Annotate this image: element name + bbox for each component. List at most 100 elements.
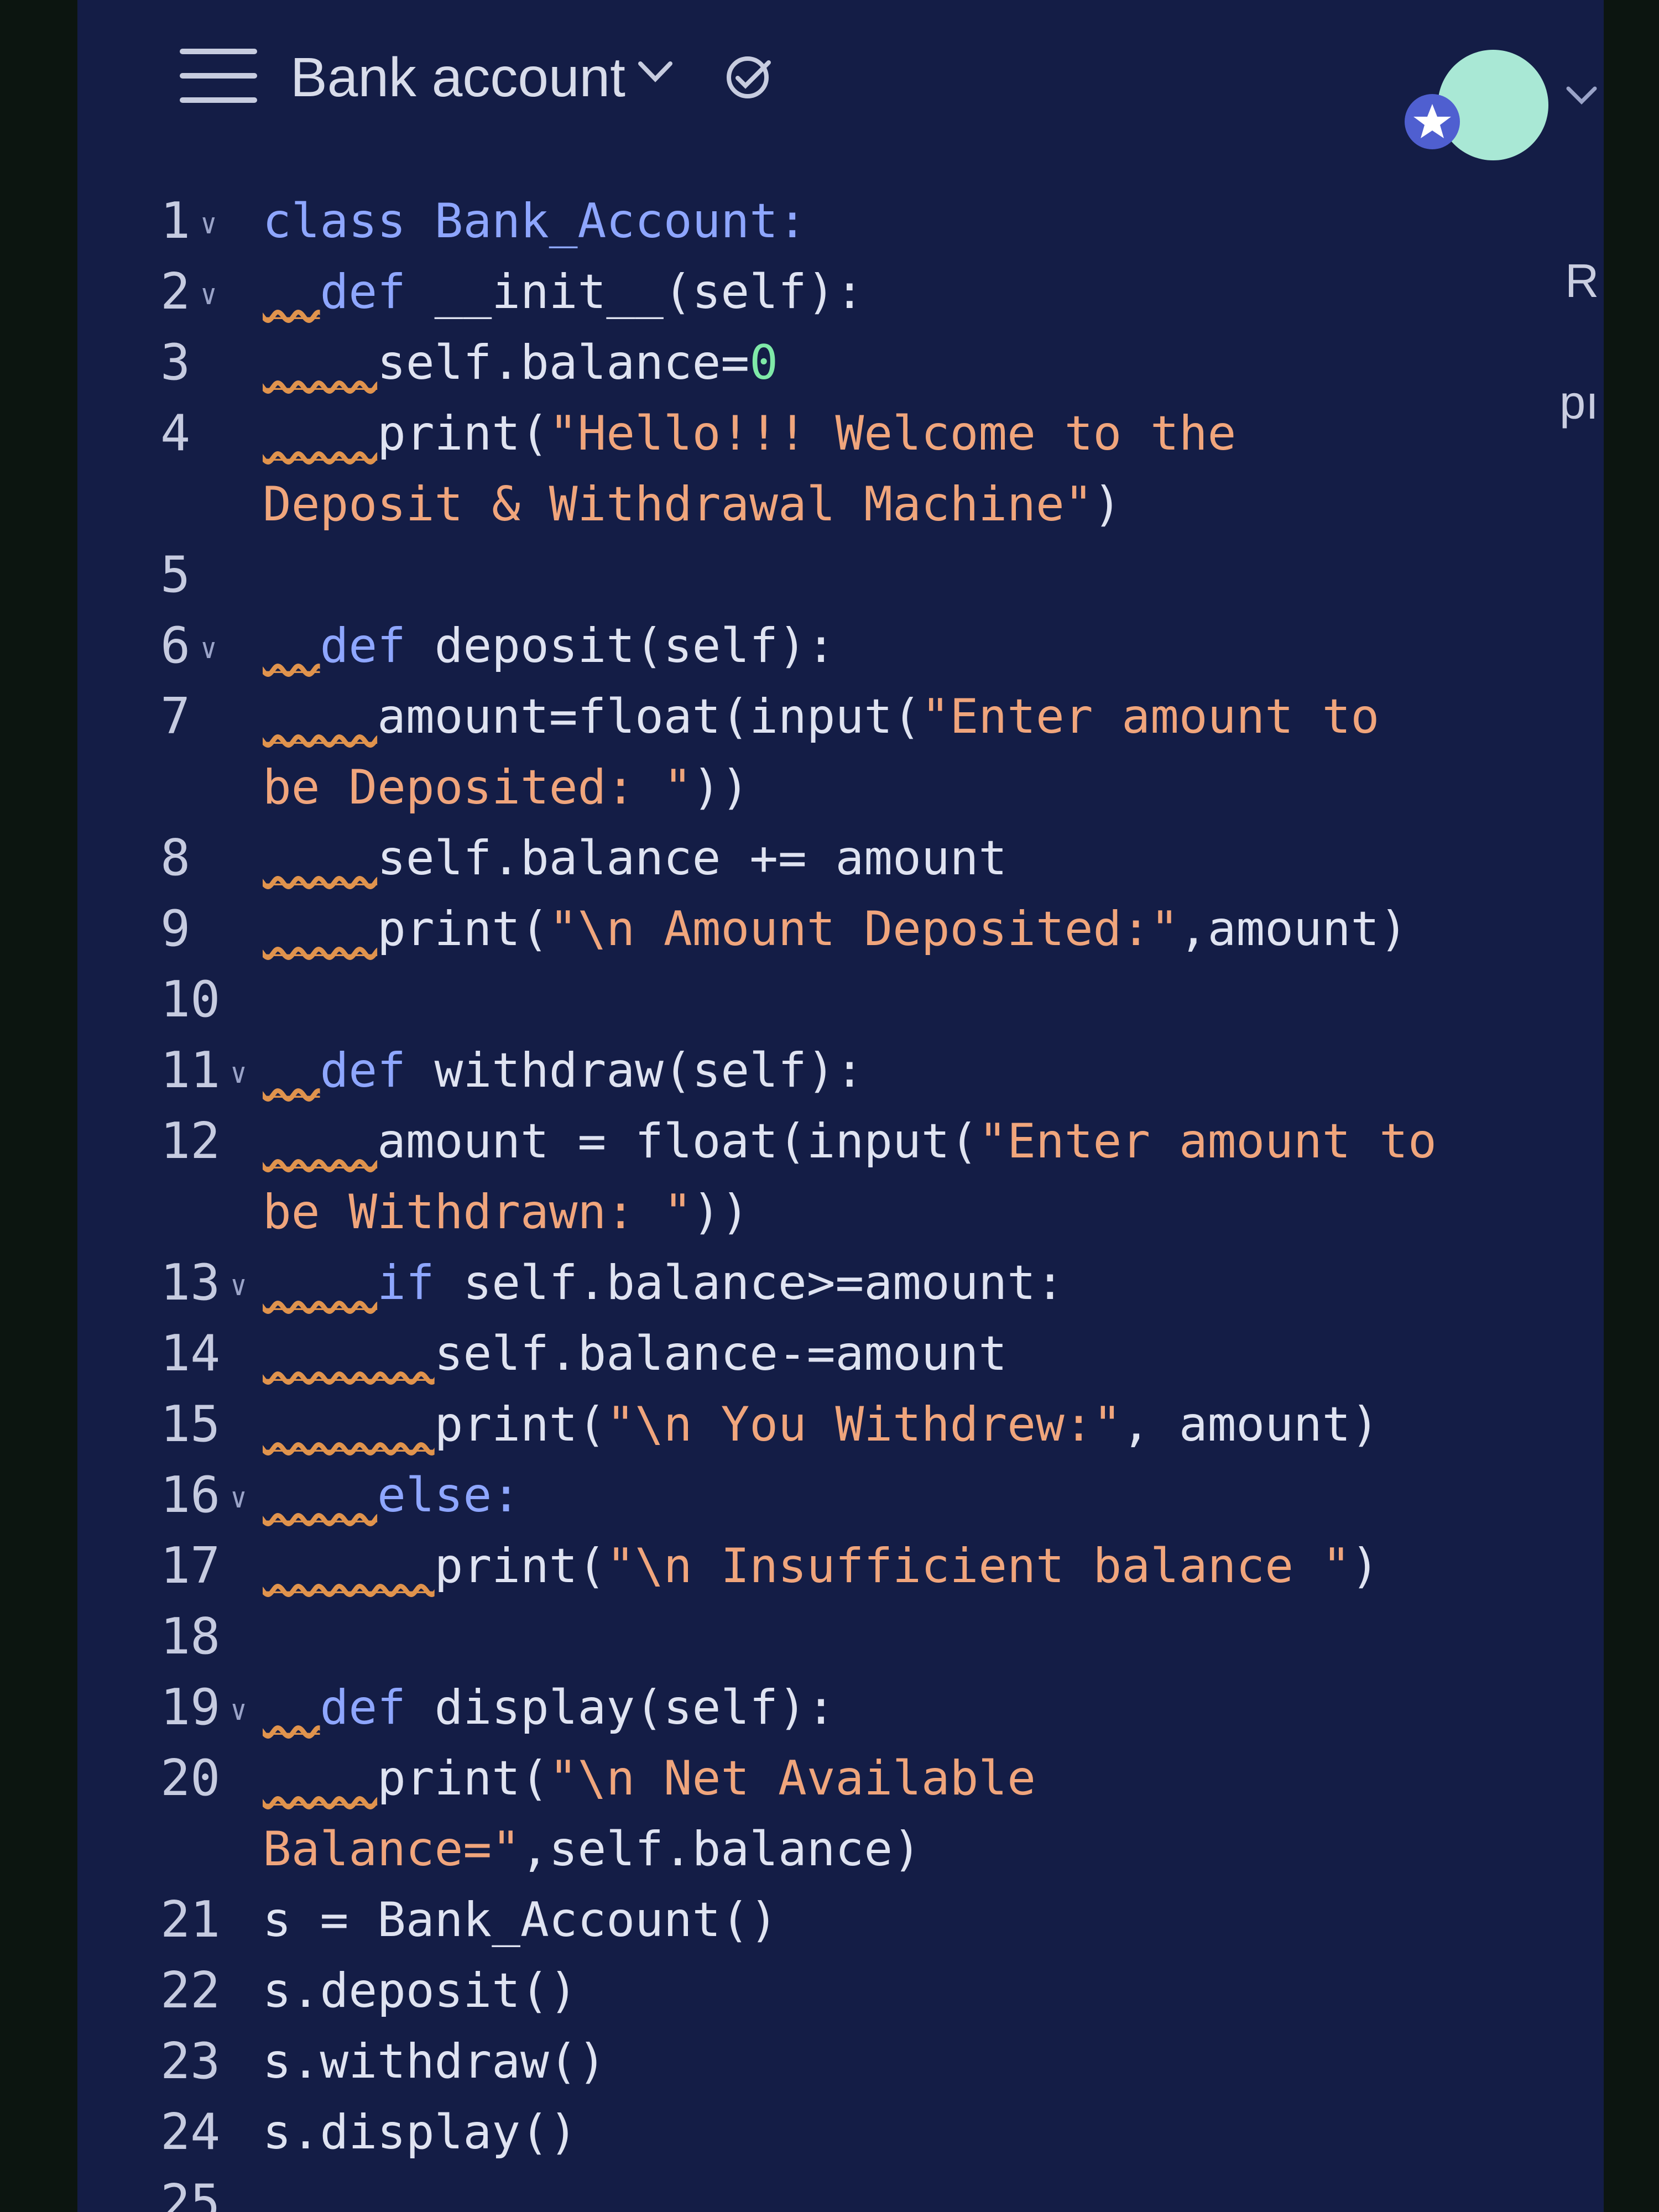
code-token: __init__(self): [434, 264, 864, 320]
code-token: print( [434, 1397, 607, 1452]
code-line[interactable]: Deposit & Withdrawal Machine") [263, 471, 1535, 538]
line-number-text: 12 [160, 1112, 221, 1170]
code-token: "\n Net Available [549, 1751, 1036, 1806]
star-badge-icon [1405, 94, 1460, 149]
code-token: be Deposited: " [263, 760, 692, 815]
code-token: self.balance += amount [377, 831, 1008, 886]
code-token: s.withdraw() [263, 2034, 607, 2089]
line-number: 3 [160, 330, 271, 396]
code-token: Bank_Account: [434, 194, 807, 249]
code-line[interactable]: ____print("Hello!!! Welcome to the [263, 400, 1535, 467]
code-line[interactable]: ______print("\n You Withdrew:", amount) [263, 1391, 1535, 1458]
fold-chevron-icon[interactable]: ∨ [230, 1057, 247, 1089]
code-line[interactable]: ____print("\n Amount Deposited:",amount) [263, 896, 1535, 962]
code-line[interactable]: ______self.balance-=amount [263, 1321, 1535, 1387]
line-number: 7 [160, 684, 271, 750]
code-line[interactable]: s.display() [263, 2099, 1535, 2166]
code-token: __ [263, 1043, 320, 1098]
code-token: __ [263, 1680, 320, 1735]
line-number-text: 20 [160, 1749, 221, 1807]
code-line[interactable]: ____self.balance=0 [263, 330, 1535, 396]
code-line[interactable]: __def display(self): [263, 1674, 1535, 1741]
code-line[interactable]: ____amount = float(input("Enter amount t… [263, 1108, 1535, 1175]
code-token: __ [263, 264, 320, 320]
side-panel-label: pı [1559, 377, 1599, 429]
code-line[interactable]: s.withdraw() [263, 2028, 1535, 2095]
code-line[interactable]: s = Bank_Account() [263, 1887, 1535, 1953]
chevron-down-icon[interactable] [1565, 83, 1598, 108]
line-number-text: 1 [160, 192, 191, 250]
menu-icon[interactable] [180, 49, 257, 104]
editor-screen: Bank account R pı 1 ∨ class Bank_Account: 2… [77, 0, 1604, 2212]
line-number: 11 ∨ [160, 1037, 271, 1107]
code-token: amount=float(input( [377, 689, 921, 744]
fold-chevron-icon[interactable]: ∨ [230, 1270, 247, 1302]
line-number: 19 ∨ [160, 1674, 271, 1744]
code-token: display(self): [434, 1680, 836, 1735]
line-number: 25 [160, 2170, 271, 2212]
code-token: ,amount) [1178, 901, 1408, 957]
code-line[interactable]: __def deposit(self): [263, 613, 1535, 679]
line-number: 18 [160, 1604, 271, 1670]
line-number: 17 [160, 1533, 271, 1599]
code-token: s = Bank_Account() [263, 1892, 778, 1948]
line-number: 20 [160, 1745, 271, 1812]
code-token: "\n You Withdrew:" [606, 1397, 1122, 1452]
page-title[interactable]: Bank account [290, 41, 625, 113]
code-line[interactable]: ____print("\n Net Available [263, 1745, 1535, 1812]
code-line[interactable]: be Deposited: ")) [263, 754, 1535, 821]
chevron-down-icon[interactable] [636, 58, 675, 86]
line-number-text: 19 [160, 1678, 221, 1736]
code-line[interactable]: __def withdraw(self): [263, 1037, 1535, 1104]
code-token: "\n Amount Deposited:" [549, 901, 1179, 957]
code-token: print( [377, 406, 549, 461]
code-token: ____ [263, 335, 378, 390]
code-line[interactable]: s.deposit() [263, 1958, 1535, 2024]
line-number-text: 16 [160, 1466, 221, 1524]
fold-chevron-icon[interactable]: ∨ [200, 208, 217, 240]
code-token: ____ [263, 831, 378, 886]
code-token: ____ [263, 901, 378, 957]
line-number-text: 21 [160, 1891, 221, 1949]
code-token: Deposit & Withdrawal Machine" [263, 477, 1093, 532]
line-number-text: 15 [160, 1395, 221, 1453]
code-token: "Enter amount to [921, 689, 1380, 744]
fold-chevron-icon[interactable]: ∨ [230, 1694, 247, 1726]
line-number: 14 [160, 1321, 271, 1387]
code-token: ,self.balance) [520, 1822, 921, 1877]
line-number-text: 13 [160, 1254, 221, 1312]
line-number: 1 ∨ [160, 188, 271, 257]
line-number-text: 7 [160, 687, 191, 745]
check-circle-icon[interactable] [719, 53, 780, 102]
code-line[interactable]: ______print("\n Insufficient balance ") [263, 1533, 1535, 1599]
code-line[interactable]: ____amount=float(input("Enter amount to [263, 684, 1535, 750]
line-number: 6 ∨ [160, 613, 271, 682]
line-number: 2 ∨ [160, 259, 271, 328]
code-token: ____ [263, 1468, 378, 1523]
code-line[interactable]: ____if self.balance>=amount: [263, 1250, 1535, 1316]
top-bar: Bank account [77, 0, 1604, 160]
code-token: , amount) [1121, 1397, 1380, 1452]
code-token: ) [1093, 477, 1122, 532]
code-line[interactable]: ____else: [263, 1462, 1535, 1528]
line-number-text: 18 [160, 1608, 221, 1666]
side-panel-label: R [1565, 255, 1599, 307]
code-token: "\n Insufficient balance " [606, 1538, 1351, 1594]
code-line[interactable]: Balance=",self.balance) [263, 1816, 1535, 1882]
code-line[interactable]: ____self.balance += amount [263, 825, 1535, 891]
fold-chevron-icon[interactable]: ∨ [200, 279, 217, 311]
code-line[interactable]: be Withdrawn: ")) [263, 1179, 1535, 1245]
code-token: ____ [263, 1255, 378, 1311]
code-token: print( [377, 1751, 549, 1806]
code-token: ) [1350, 1538, 1380, 1594]
code-token: def [320, 1043, 435, 1098]
code-token: s.display() [263, 2105, 578, 2160]
line-number: 5 [160, 542, 271, 608]
code-line[interactable]: class Bank_Account: [263, 188, 1535, 254]
fold-chevron-icon[interactable]: ∨ [230, 1482, 247, 1514]
code-token: print( [434, 1538, 607, 1594]
fold-chevron-icon[interactable]: ∨ [200, 633, 217, 665]
code-line[interactable]: __def __init__(self): [263, 259, 1535, 325]
line-number-text: 5 [160, 546, 191, 604]
line-number-text: 10 [160, 971, 221, 1029]
